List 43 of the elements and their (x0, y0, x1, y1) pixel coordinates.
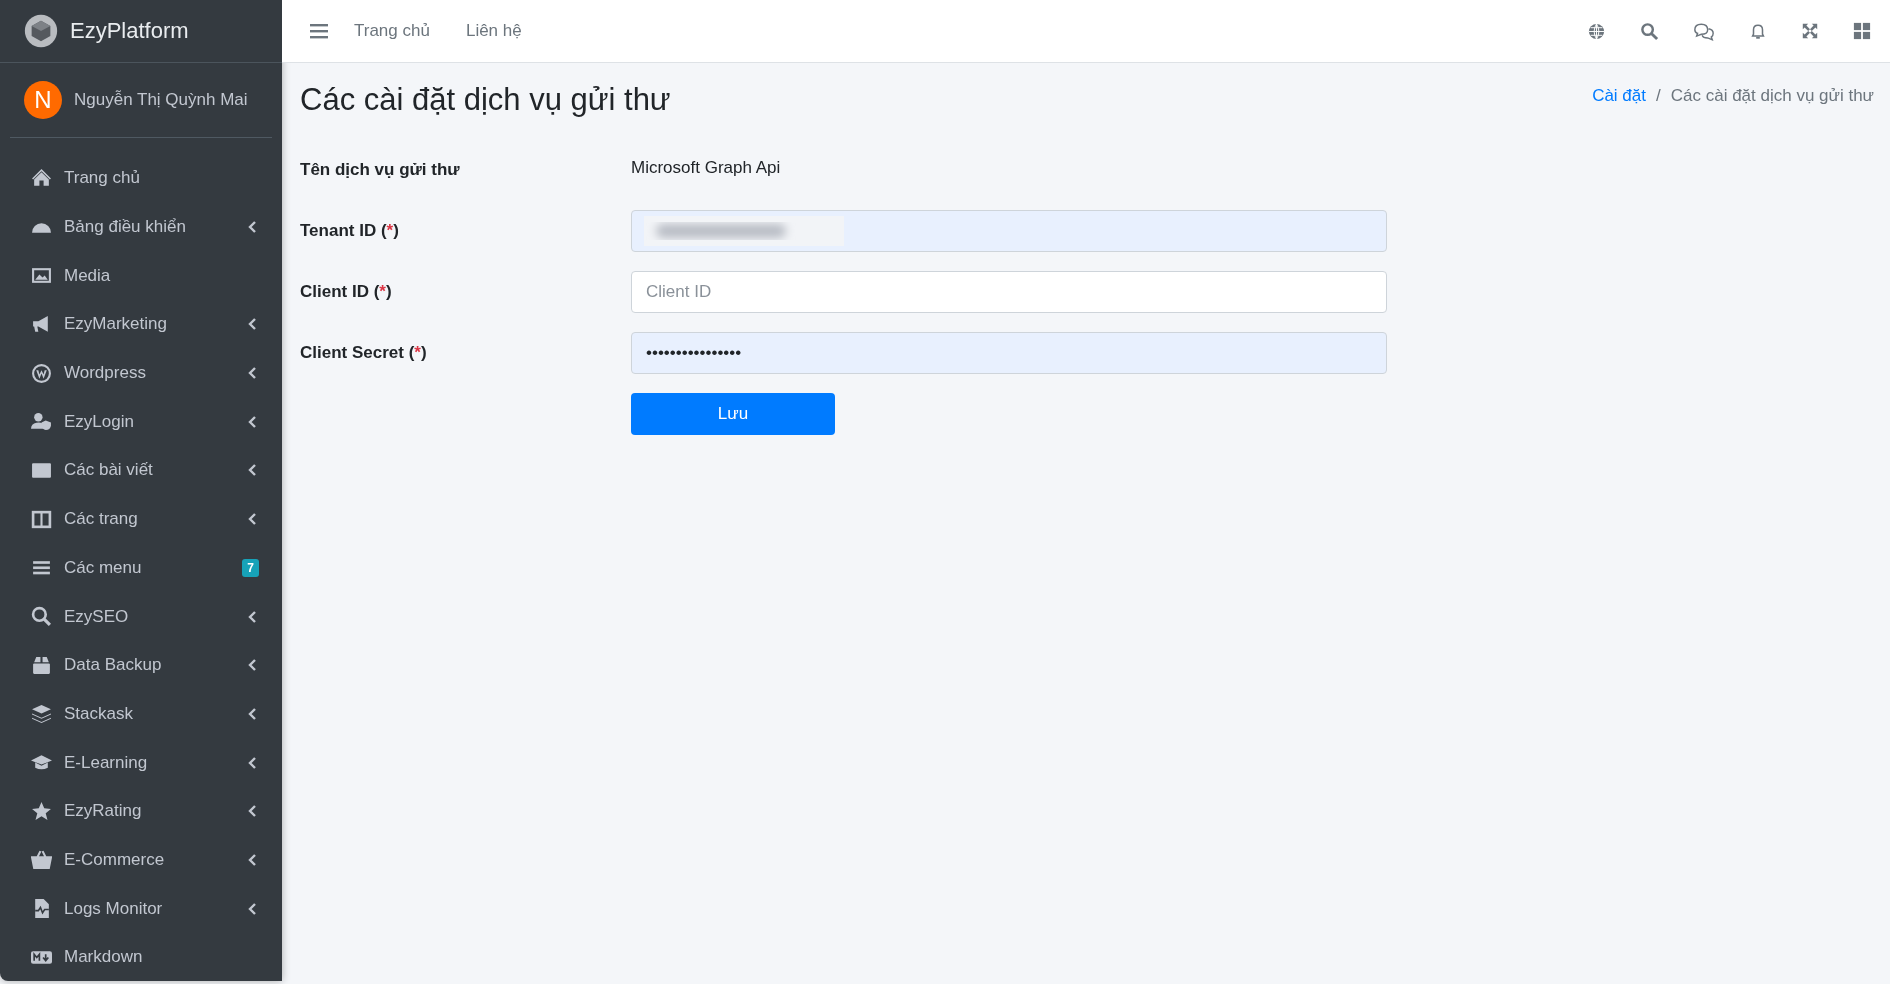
field-label: Tên dịch vụ gửi thư (300, 160, 461, 180)
grid-icon[interactable] (1853, 22, 1871, 40)
breadcrumb-separator: / (1656, 86, 1661, 106)
sidebar-item[interactable]: Stackask (0, 689, 282, 739)
sidebar-item[interactable]: Wordpress (0, 348, 282, 398)
nav-link[interactable]: Liên hệ (465, 21, 522, 41)
sidebar-item[interactable]: Logs Monitor (0, 884, 282, 933)
field-label: Client Secret (*) (300, 343, 428, 363)
sidebar-item[interactable]: EzyMarketing (0, 300, 282, 349)
fullscreen-icon[interactable] (1801, 22, 1819, 40)
user-name[interactable]: Nguyễn Thị Quỳnh Mai (74, 90, 248, 110)
logo-icon (24, 14, 58, 48)
sidebar-item[interactable]: Các menu 7 (0, 543, 282, 593)
globe-icon[interactable] (1587, 21, 1606, 41)
chat-icon[interactable] (1693, 21, 1715, 41)
sidebar-item[interactable]: Các bài viết (0, 446, 282, 495)
save-button[interactable]: Lưu (631, 393, 835, 435)
sidebar-item[interactable]: E-Learning (0, 738, 282, 787)
sidebar-item[interactable]: EzyLogin (0, 397, 282, 447)
search-icon[interactable] (1640, 21, 1659, 41)
sidebar-item[interactable]: Bảng điều khiển (0, 202, 282, 252)
breadcrumb-link[interactable]: Cài đặt (1592, 86, 1646, 106)
nav-link[interactable]: Trang chủ (354, 21, 430, 41)
input-field[interactable] (631, 210, 1387, 252)
sidebar-item[interactable]: E-Commerce (0, 835, 282, 885)
brand-name[interactable]: EzyPlatform (70, 18, 189, 44)
input-field[interactable]: Client ID (631, 271, 1387, 313)
breadcrumb-current: Các cài đặt dịch vụ gửi thư (1670, 86, 1874, 106)
field-label: Tenant ID (*) (300, 221, 400, 241)
page-title: Các cài đặt dịch vụ gửi thư (300, 82, 671, 118)
sidebar-item[interactable]: EzyRating (0, 786, 282, 836)
user-avatar: N (24, 81, 62, 119)
sidebar-item[interactable]: EzySEO (0, 592, 282, 641)
bell-icon[interactable] (1749, 21, 1767, 41)
count-badge: 7 (242, 558, 259, 577)
input-field[interactable]: •••••••••••••••• (631, 332, 1387, 374)
sidebar-item[interactable]: Các trang (0, 494, 282, 544)
sidebar-item[interactable]: Data Backup (0, 640, 282, 690)
sidebar-item[interactable]: Trang chủ (0, 154, 282, 203)
sidebar-item[interactable]: Markdown (0, 933, 282, 982)
field-label: Client ID (*) (300, 282, 393, 302)
field-value: Microsoft Graph Api (631, 158, 781, 179)
sidebar-item[interactable]: Media (0, 251, 282, 301)
